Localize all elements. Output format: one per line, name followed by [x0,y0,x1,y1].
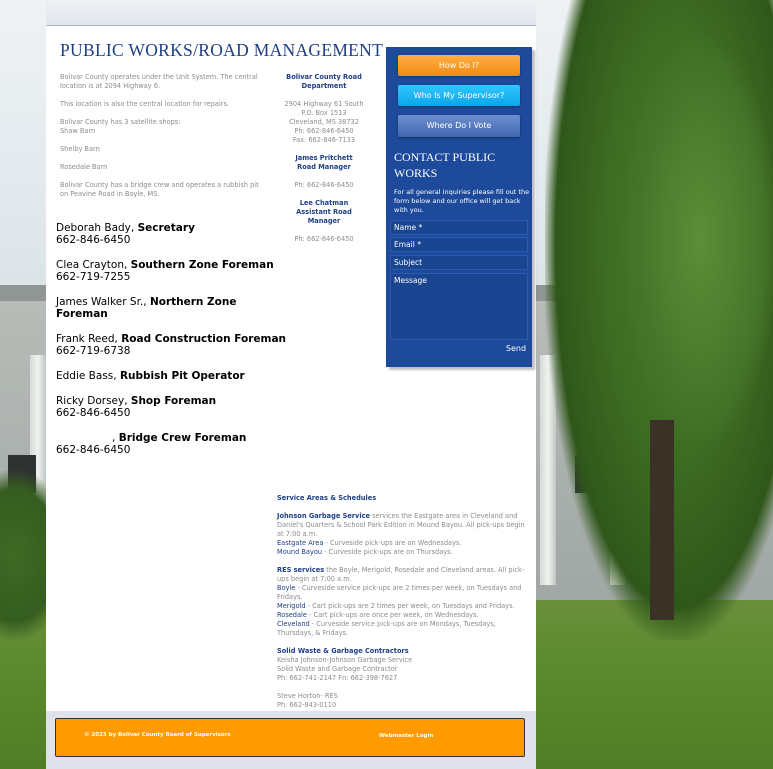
footer: © 2023 by Bolivar County Board of Superv… [55,718,525,757]
list-item: , Bridge Crew Foreman 662-846-6450 [56,432,247,456]
list-item: James Walker Sr., Northern Zone Foreman [56,296,237,320]
contact-road-manager: James Pritchett Road Manager [295,154,353,171]
top-bar [46,0,536,26]
how-do-i-button[interactable]: How Do I? [398,55,520,76]
sidebar: How Do I? Who Is My Supervisor? Where Do… [386,47,532,367]
contact-assistant-manager: Lee Chatman Assistant Road Manager [296,199,352,225]
list-item: Ricky Dorsey, Shop Foreman 662-846-6450 [56,395,217,419]
name-field[interactable]: Name * [390,220,528,235]
email-field[interactable]: Email * [390,237,528,252]
subject-field[interactable]: Subject [390,255,528,270]
contact-note: For all general inquiries please fill ou… [394,188,530,214]
intro-text: Bolivar County operates under the Unit S… [60,73,259,198]
message-field[interactable]: Message [390,273,528,340]
contact-title: CONTACT PUBLIC WORKS [394,150,496,180]
page-title: PUBLIC WORKS/ROAD MANAGEMENT [60,40,384,60]
service-areas: Service Areas & Schedules Johnson Garbag… [277,494,529,719]
where-do-i-vote-button[interactable]: Where Do I Vote [398,115,520,137]
staff-list: Deborah Bady, Secretary 662-846-6450 Clea… [56,222,286,469]
service-heading: Service Areas & Schedules [277,494,377,502]
list-item: Eddie Bass, Rubbish Pit Operator [56,370,245,382]
list-item: Clea Crayton, Southern Zone Foreman 662-7… [56,259,274,283]
list-item: Frank Reed, Road Construction Foreman 662… [56,333,287,357]
who-is-my-supervisor-button[interactable]: Who Is My Supervisor? [398,85,520,106]
department-info: Bolivar County Road Department 2904 Highw… [280,73,368,253]
list-item: Deborah Bady, Secretary 662-846-6450 [56,222,195,246]
send-button[interactable]: Send [502,342,530,356]
copyright-text: © 2023 by Bolivar County Board of Superv… [84,732,231,738]
webmaster-login-link[interactable]: Webmaster Login [379,733,433,739]
